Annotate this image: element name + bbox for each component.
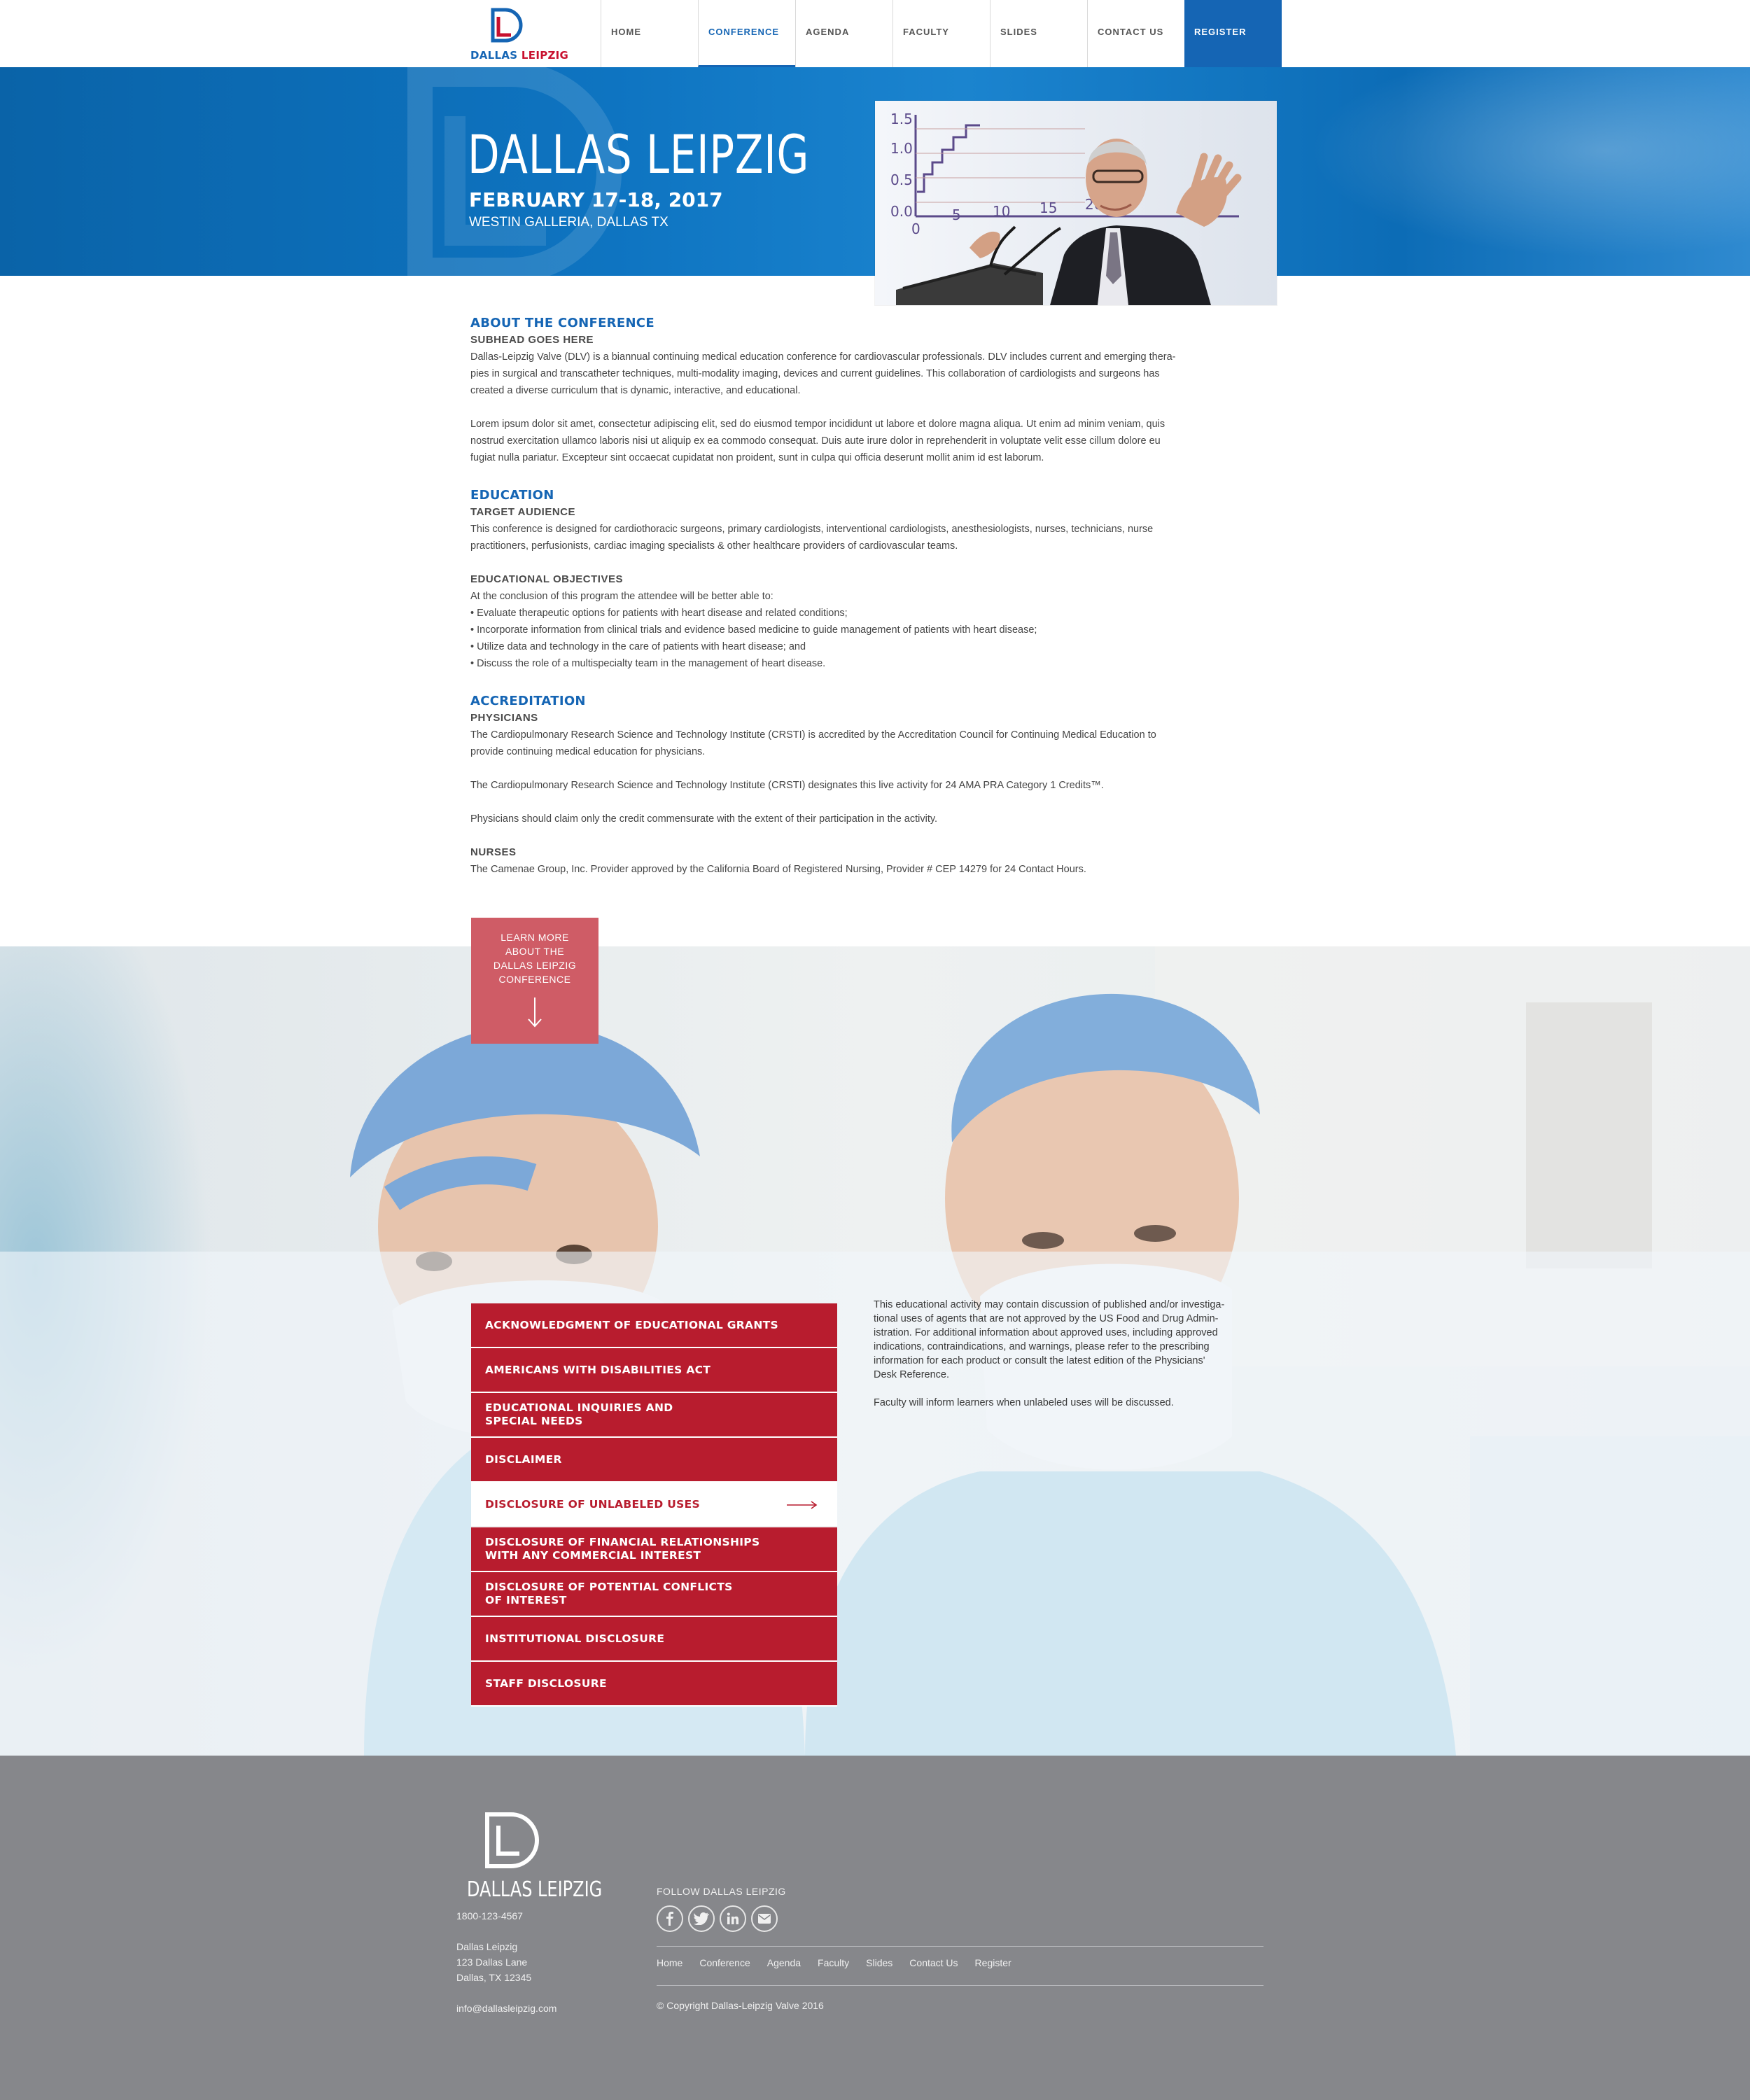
accordion-item-disabilities-act[interactable]: AMERICANS WITH DISABILITIES ACT bbox=[471, 1348, 837, 1393]
footer-link-register[interactable]: Register bbox=[975, 1957, 1011, 1968]
accordion-item-staff-disclosure[interactable]: STAFF DISCLOSURE bbox=[471, 1662, 837, 1707]
nav-register-button[interactable]: REGISTER bbox=[1184, 0, 1282, 67]
copyright: © Copyright Dallas-Leipzig Valve 2016 bbox=[657, 2000, 824, 2011]
footer-nav: Home Conference Agenda Faculty Slides Co… bbox=[657, 1957, 1011, 1968]
footer-divider bbox=[657, 1985, 1264, 1986]
arrow-right-icon bbox=[787, 1501, 818, 1509]
physicians-text-2: The Cardiopulmonary Research Science and… bbox=[470, 780, 1104, 791]
accordion-item-institutional-disclosure[interactable]: INSTITUTIONAL DISCLOSURE bbox=[471, 1617, 837, 1662]
speaker-photo: 1.5 1.0 0.5 0.0 0 5 10 15 20 bbox=[875, 101, 1277, 305]
accordion-item-disclaimer[interactable]: DISCLAIMER bbox=[471, 1438, 837, 1483]
footer-link-faculty[interactable]: Faculty bbox=[818, 1957, 849, 1968]
chart-tick-x4: 15 bbox=[1040, 200, 1057, 216]
footer-divider bbox=[657, 1946, 1264, 1947]
footer-phone[interactable]: 1800-123-4567 bbox=[456, 1908, 523, 1924]
physicians-text-1: The Cardiopulmonary Research Science and… bbox=[470, 729, 1156, 757]
objectives-list: At the conclusion of this program the at… bbox=[470, 588, 1275, 672]
footer-logo-wordmark: DALLAS LEIPZIG bbox=[467, 1877, 603, 1902]
footer-link-contact-us[interactable]: Contact Us bbox=[909, 1957, 958, 1968]
accordion-item-conflicts-of-interest[interactable]: DISCLOSURE OF POTENTIAL CONFLICTS OF INTE… bbox=[471, 1572, 837, 1617]
nurses-text: The Camenae Group, Inc. Provider approve… bbox=[470, 864, 1086, 875]
speaker-illustration: 1.5 1.0 0.5 0.0 0 5 10 15 20 bbox=[875, 101, 1277, 305]
footer-address: Dallas Leipzig 123 Dallas Lane Dallas, T… bbox=[456, 1941, 532, 1983]
site-logo[interactable]: DALLAS LEIPZIG bbox=[470, 7, 569, 62]
nav-agenda[interactable]: AGENDA bbox=[795, 0, 892, 67]
nav-faculty[interactable]: FACULTY bbox=[892, 0, 990, 67]
chart-tick-y1: 1.5 bbox=[890, 111, 913, 127]
objectives-head: EDUCATIONAL OBJECTIVES bbox=[470, 573, 623, 585]
hero-date: FEBRUARY 17-18, 2017 bbox=[469, 188, 723, 211]
accreditation-heading: ACCREDITATION bbox=[470, 694, 586, 708]
footer-link-home[interactable]: Home bbox=[657, 1957, 682, 1968]
footer-email[interactable]: info@dallasleipzig.com bbox=[456, 2001, 556, 2016]
target-audience-head: TARGET AUDIENCE bbox=[470, 506, 575, 518]
chart-tick-y4: 0.0 bbox=[890, 203, 913, 220]
nav-slides[interactable]: SLIDES bbox=[990, 0, 1087, 67]
footer-link-agenda[interactable]: Agenda bbox=[767, 1957, 801, 1968]
learn-more-button[interactable]: LEARN MORE ABOUT THE DALLAS LEIPZIG CONF… bbox=[471, 918, 598, 1044]
top-nav: DALLAS LEIPZIG HOME CONFERENCE AGENDA FA… bbox=[0, 0, 1750, 67]
chart-tick-y2: 1.0 bbox=[890, 140, 913, 157]
accordion-item-educational-grants[interactable]: ACKNOWLEDGMENT OF EDUCATIONAL GRANTS bbox=[471, 1303, 837, 1348]
mail-icon[interactable] bbox=[751, 1905, 778, 1932]
chart-tick-y3: 0.5 bbox=[890, 172, 913, 188]
target-audience-text: This conference is designed for cardioth… bbox=[470, 524, 1154, 552]
about-subhead: SUBHEAD GOES HERE bbox=[470, 334, 594, 346]
list-item: • Discuss the role of a multispecialty t… bbox=[470, 658, 826, 669]
about-paragraph-1: Dallas-Leipzig Valve (DLV) is a biannual… bbox=[470, 351, 1176, 396]
dl-logo-icon bbox=[485, 1812, 539, 1868]
arrow-down-icon bbox=[528, 997, 542, 1028]
chart-tick-x2: 5 bbox=[952, 206, 961, 223]
twitter-icon[interactable] bbox=[688, 1905, 715, 1932]
chart-tick-x1: 0 bbox=[911, 220, 920, 237]
about-paragraph-2: Lorem ipsum dolor sit amet, consectetur … bbox=[470, 419, 1166, 463]
facebook-icon[interactable] bbox=[657, 1905, 683, 1932]
list-item: • Utilize data and technology in the car… bbox=[470, 641, 806, 652]
nurses-head: NURSES bbox=[470, 846, 517, 858]
follow-label: FOLLOW DALLAS LEIPZIG bbox=[657, 1886, 786, 1897]
main-content: ABOUT THE CONFERENCE SUBHEAD GOES HERE D… bbox=[470, 315, 1275, 878]
policy-accordion: ACKNOWLEDGMENT OF EDUCATIONAL GRANTS AME… bbox=[471, 1303, 837, 1707]
hero-venue: WESTIN GALLERIA, DALLAS TX bbox=[469, 215, 668, 230]
list-item: • Incorporate information from clinical … bbox=[470, 624, 1037, 636]
main-menu: HOME CONFERENCE AGENDA FACULTY SLIDES CO… bbox=[601, 0, 1282, 67]
physicians-text-3: Physicians should claim only the credit … bbox=[470, 813, 938, 825]
chart-tick-x3: 10 bbox=[993, 203, 1010, 220]
about-heading: ABOUT THE CONFERENCE bbox=[470, 316, 654, 330]
nav-conference[interactable]: CONFERENCE bbox=[698, 0, 795, 67]
linkedin-icon[interactable] bbox=[720, 1905, 746, 1932]
logo-wordmark: DALLAS LEIPZIG bbox=[470, 49, 569, 62]
accordion-item-unlabeled-uses[interactable]: DISCLOSURE OF UNLABELED USES bbox=[471, 1483, 837, 1527]
hero-title: DALLAS LEIPZIG bbox=[468, 123, 810, 186]
accordion-item-educational-inquiries[interactable]: EDUCATIONAL INQUIRIES AND SPECIAL NEEDS bbox=[471, 1393, 837, 1438]
accordion-item-financial-relationships[interactable]: DISCLOSURE OF FINANCIAL RELATIONSHIPS WIT… bbox=[471, 1527, 837, 1572]
site-footer: DALLAS LEIPZIG 1800-123-4567 Dallas Leip… bbox=[0, 1756, 1750, 2100]
nav-contact-us[interactable]: CONTACT US bbox=[1087, 0, 1184, 67]
footer-link-conference[interactable]: Conference bbox=[699, 1957, 750, 1968]
hero-glow bbox=[1260, 67, 1750, 276]
list-item: • Evaluate therapeutic options for patie… bbox=[470, 608, 848, 619]
nav-home[interactable]: HOME bbox=[601, 0, 698, 67]
footer-link-slides[interactable]: Slides bbox=[866, 1957, 892, 1968]
disclosure-text: This educational activity may contain di… bbox=[874, 1299, 1225, 1408]
social-links bbox=[657, 1905, 778, 1932]
footer-logo[interactable]: DALLAS LEIPZIG bbox=[455, 1810, 603, 1908]
physicians-head: PHYSICIANS bbox=[470, 712, 538, 724]
dl-logo-icon bbox=[491, 8, 523, 43]
education-heading: EDUCATION bbox=[470, 488, 554, 503]
